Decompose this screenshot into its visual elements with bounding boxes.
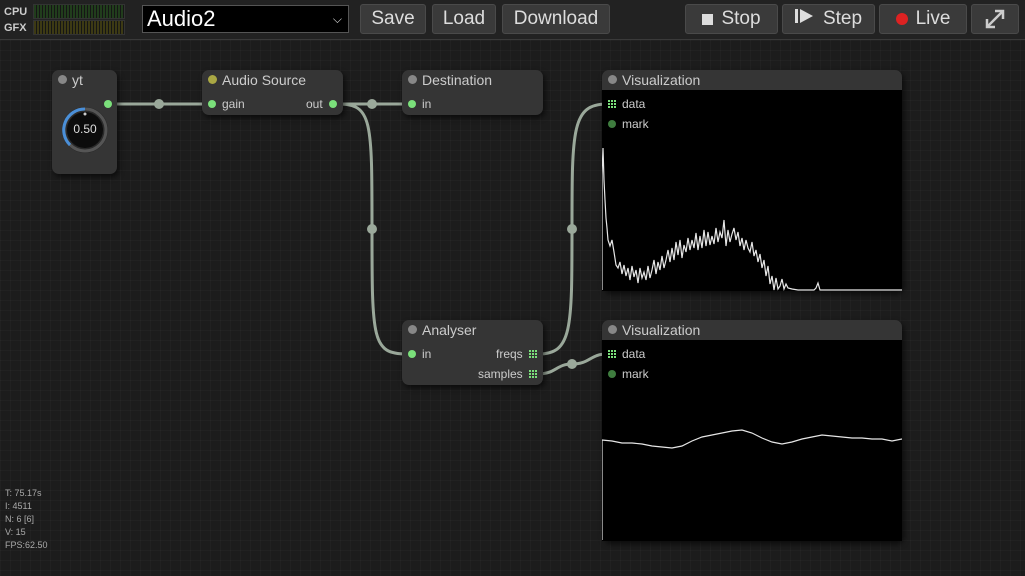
knob-value: 0.50 — [73, 122, 97, 136]
live-label: Live — [915, 8, 951, 29]
expand-icon — [985, 9, 1005, 29]
render-stats: T: 75.17s I: 4511 N: 6 [6] V: 15 FPS:62.… — [5, 487, 48, 552]
node-title: Analyser — [402, 320, 543, 340]
slot-label: samples — [478, 367, 523, 381]
slot-label: out — [306, 97, 323, 111]
slot-label: gain — [222, 97, 245, 111]
gfx-label: GFX — [4, 22, 27, 34]
node-title-text: Analyser — [422, 322, 477, 338]
input-slot[interactable] — [408, 350, 416, 358]
chevron-down-icon: ⌵ — [332, 12, 342, 26]
node-title-text: Audio Source — [222, 72, 307, 88]
load-button[interactable]: Load — [432, 4, 496, 34]
slot-label: mark — [622, 117, 649, 131]
array-output-slot[interactable] — [529, 370, 537, 378]
array-input-slot[interactable] — [608, 350, 616, 358]
node-title: Audio Source — [202, 70, 343, 90]
slot-label: in — [422, 97, 432, 111]
node-status-dot — [408, 325, 417, 334]
graph-select[interactable]: Audio2 ⌵ — [142, 5, 349, 33]
top-toolbar: CPU GFX Audio2 ⌵ Save Load Download Stop… — [0, 0, 1025, 40]
array-output-slot[interactable] — [529, 350, 537, 358]
stat-iterations: I: 4511 — [5, 501, 32, 511]
node-status-dot — [208, 75, 217, 84]
slot-label: data — [622, 347, 646, 361]
node-title: Visualization — [602, 70, 902, 90]
stat-time: T: 75.17s — [5, 488, 42, 498]
save-button[interactable]: Save — [360, 4, 426, 34]
slot-label: data — [622, 97, 646, 111]
node-title: Visualization — [602, 320, 902, 340]
stop-button[interactable]: Stop — [685, 4, 778, 34]
node-destination[interactable]: Destination in — [402, 70, 543, 115]
node-title-text: Visualization — [622, 72, 701, 88]
cpu-meter — [33, 4, 125, 19]
stop-label: Stop — [721, 8, 761, 29]
node-status-dot — [58, 75, 67, 84]
stat-fps: FPS:62.50 — [5, 540, 48, 550]
node-visualization-freqs[interactable]: Visualization data mark — [601, 70, 902, 292]
fullscreen-button[interactable] — [971, 4, 1019, 34]
slot-label: in — [422, 347, 432, 361]
input-slot[interactable] — [608, 370, 616, 378]
node-title: yt — [52, 70, 117, 90]
step-icon — [794, 8, 815, 30]
step-button[interactable]: Step — [782, 4, 875, 34]
stat-visible: V: 15 — [5, 527, 26, 537]
node-title-text: Destination — [422, 72, 493, 88]
node-title-text: yt — [72, 72, 83, 88]
stat-nodes: N: 6 [6] — [5, 514, 35, 524]
node-analyser[interactable]: Analyser in freqs samples — [402, 320, 543, 385]
input-slot[interactable] — [608, 120, 616, 128]
graph-select-value: Audio2 — [147, 6, 216, 31]
live-button[interactable]: Live — [879, 4, 967, 34]
input-slot[interactable] — [408, 100, 416, 108]
gfx-meter — [33, 20, 125, 35]
array-input-slot[interactable] — [608, 100, 616, 108]
slot-label: freqs — [496, 347, 523, 361]
cpu-label: CPU — [4, 6, 28, 18]
node-audio-source[interactable]: Audio Source gain out — [202, 70, 343, 115]
knob[interactable]: 0.50 — [59, 104, 111, 156]
node-status-dot — [408, 75, 417, 84]
step-label: Step — [822, 8, 863, 29]
node-visualization-samples[interactable]: Visualization data mark — [601, 320, 903, 541]
node-title: Destination — [402, 70, 543, 90]
node-yt[interactable]: yt 0.50 — [52, 70, 117, 174]
download-button[interactable]: Download — [502, 4, 610, 34]
stop-icon — [702, 13, 714, 25]
slot-label: mark — [622, 367, 649, 381]
node-status-dot — [608, 325, 617, 334]
input-slot[interactable] — [208, 100, 216, 108]
node-status-dot — [608, 75, 617, 84]
node-title-text: Visualization — [622, 322, 701, 338]
output-slot[interactable] — [329, 100, 337, 108]
record-icon — [895, 13, 908, 25]
